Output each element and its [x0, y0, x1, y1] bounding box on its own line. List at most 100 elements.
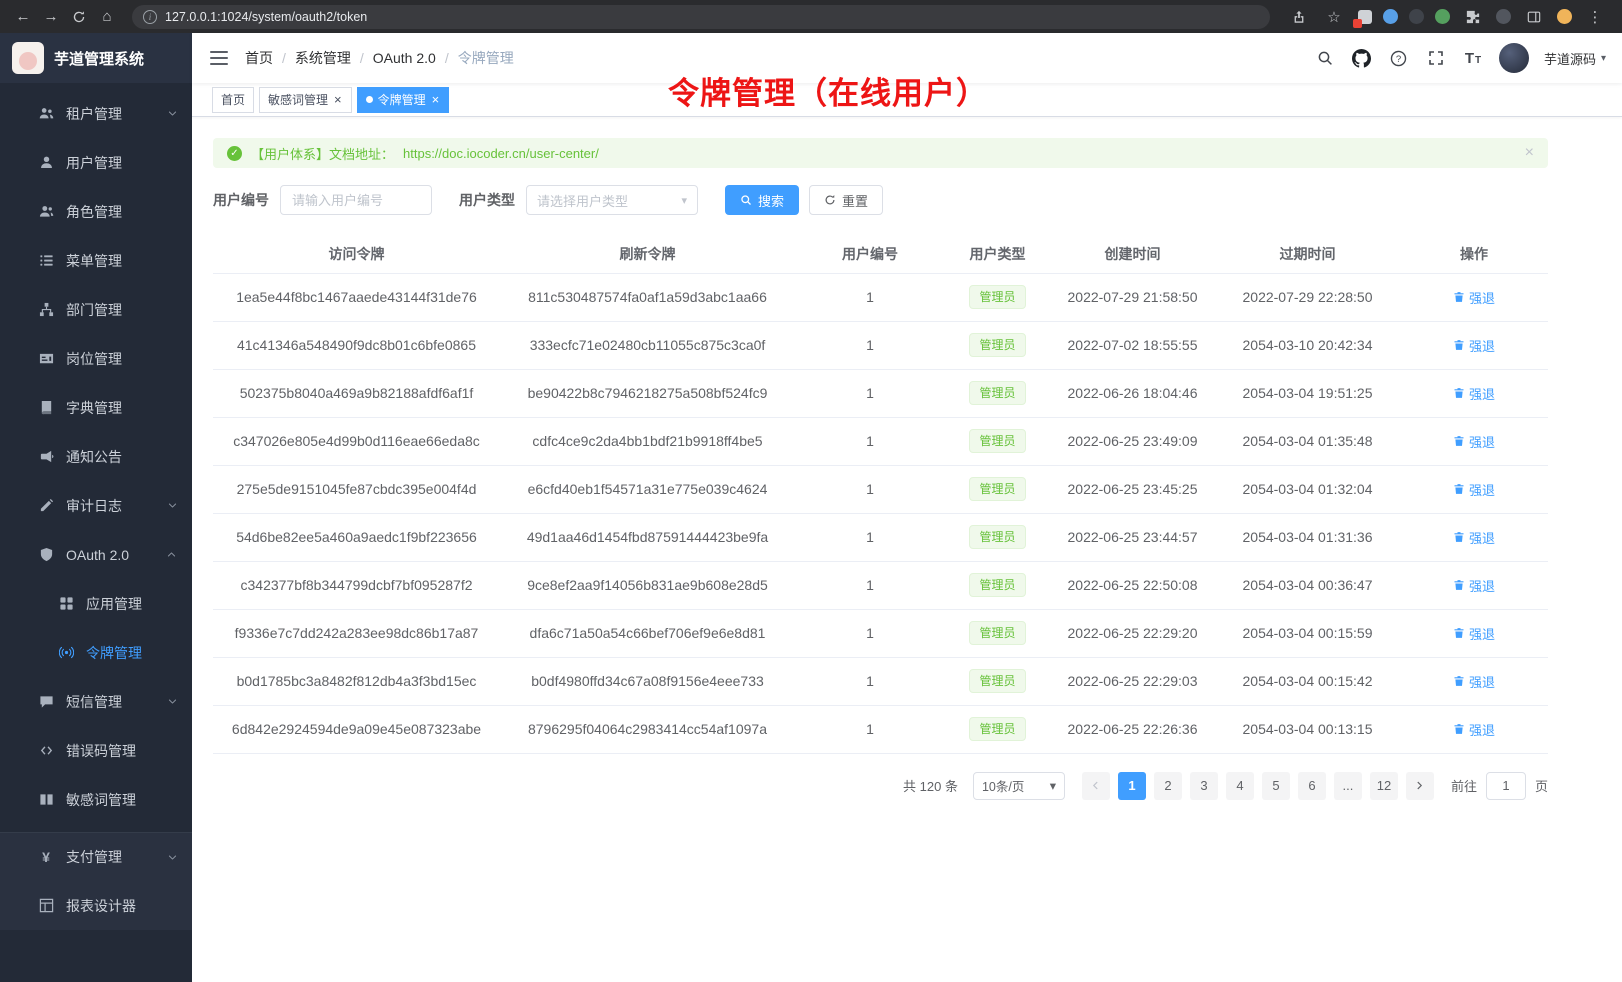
breadcrumb-separator: / [445, 50, 449, 66]
view-tab-3[interactable]: 令牌管理 × [357, 87, 450, 113]
page-button-1[interactable]: 1 [1118, 772, 1146, 800]
sidebar-item-dict[interactable]: 字典管理 [0, 383, 192, 432]
view-tab-1[interactable]: 首页 [212, 87, 254, 113]
breadcrumb-system[interactable]: 系统管理 [295, 48, 351, 68]
user-menu[interactable]: 芋道源码 ▾ [1544, 49, 1606, 68]
extension-icon-blue[interactable] [1382, 8, 1399, 25]
sidebar-toggle-button[interactable] [210, 51, 228, 65]
browser-chrome: ← → ⌂ i 127.0.0.1:1024/system/oauth2/tok… [0, 0, 1622, 33]
sidebar-item-sensitive-word[interactable]: 敏感词管理 [0, 775, 192, 824]
page-more-button[interactable]: ... [1334, 772, 1362, 800]
user-type-badge: 管理员 [969, 717, 1025, 741]
home-button[interactable]: ⌂ [94, 5, 120, 29]
force-logout-button[interactable]: 强退 [1453, 480, 1495, 499]
reload-button[interactable] [66, 5, 92, 29]
alert-close-icon[interactable]: × [1525, 145, 1534, 161]
extension-icon-badged[interactable] [1356, 8, 1373, 25]
page-button-2[interactable]: 2 [1154, 772, 1182, 800]
breadcrumb-current: 令牌管理 [458, 48, 514, 68]
sidebar-item-error-code[interactable]: 错误码管理 [0, 726, 192, 775]
access-token-cell: f9336e7c7dd242a283ee98dc86b17a87 [213, 609, 500, 657]
tab-close-icon[interactable]: × [431, 93, 441, 106]
font-size-icon[interactable]: TT [1462, 47, 1484, 69]
user-avatar[interactable] [1499, 43, 1529, 73]
share-icon[interactable] [1286, 5, 1312, 29]
sidebar-item-audit-log[interactable]: 审计日志 [0, 481, 192, 530]
force-logout-button[interactable]: 强退 [1453, 672, 1495, 691]
svg-text:?: ? [1396, 53, 1401, 64]
expire-time-cell: 2054-03-04 00:13:15 [1215, 705, 1400, 753]
site-info-icon[interactable]: i [143, 10, 157, 24]
back-button[interactable]: ← [10, 5, 36, 29]
sidebar-item-menu[interactable]: 菜单管理 [0, 236, 192, 285]
create-time-cell: 2022-07-02 18:55:55 [1050, 321, 1215, 369]
breadcrumb-home[interactable]: 首页 [245, 48, 273, 68]
refresh-token-cell: b0df4980ffd34c67a08f9156e4eee733 [500, 657, 795, 705]
page-button-5[interactable]: 5 [1262, 772, 1290, 800]
user-type-select[interactable]: 请选择用户类型 ▾ [526, 185, 698, 215]
page-button-4[interactable]: 4 [1226, 772, 1254, 800]
extension-icon-dark[interactable] [1408, 8, 1425, 25]
page-button-3[interactable]: 3 [1190, 772, 1218, 800]
reset-button[interactable]: 重置 [809, 185, 883, 215]
next-page-button[interactable] [1406, 772, 1434, 800]
search-icon[interactable] [1314, 47, 1336, 69]
force-logout-button[interactable]: 强退 [1453, 384, 1495, 403]
force-logout-button[interactable]: 强退 [1453, 576, 1495, 595]
sidebar-item-pay[interactable]: ¥ 支付管理 [0, 832, 192, 881]
action-cell: 强退 [1400, 369, 1548, 417]
url-bar[interactable]: i 127.0.0.1:1024/system/oauth2/token [132, 5, 1270, 29]
sidebar-item-oauth2-app[interactable]: 应用管理 [0, 579, 192, 628]
sidebar-item-sms[interactable]: 短信管理 [0, 677, 192, 726]
view-tab-2[interactable]: 敏感词管理 × [259, 87, 352, 113]
create-time-cell: 2022-06-25 22:26:36 [1050, 705, 1215, 753]
force-logout-button[interactable]: 强退 [1453, 432, 1495, 451]
sidebar-item-post[interactable]: 岗位管理 [0, 334, 192, 383]
force-logout-button[interactable]: 强退 [1453, 624, 1495, 643]
total-count: 共 120 条 [903, 776, 958, 795]
force-logout-button[interactable]: 强退 [1453, 720, 1495, 739]
sidebar-item-notice[interactable]: 通知公告 [0, 432, 192, 481]
sidebar-item-tenant[interactable]: 租户管理 [0, 89, 192, 138]
profile-avatar-icon[interactable] [1556, 8, 1573, 25]
access-token-cell: 1ea5e44f8bc1467aaede43144f31de76 [213, 273, 500, 321]
sidebar-item-oauth2-token[interactable]: 令牌管理 [0, 628, 192, 677]
sidebar-item-dept[interactable]: 部门管理 [0, 285, 192, 334]
prev-page-button[interactable] [1082, 772, 1110, 800]
side-panel-icon[interactable] [1521, 5, 1547, 29]
fullscreen-icon[interactable] [1425, 47, 1447, 69]
user-id-cell: 1 [795, 273, 945, 321]
search-button[interactable]: 搜索 [725, 185, 799, 215]
sidebar-item-user[interactable]: 用户管理 [0, 138, 192, 187]
extension-icon-dark2[interactable] [1495, 8, 1512, 25]
tab-close-icon[interactable]: × [333, 93, 343, 106]
goto-page-input[interactable] [1486, 772, 1526, 800]
github-icon[interactable] [1351, 47, 1373, 69]
browser-menu-icon[interactable]: ⋮ [1582, 5, 1608, 29]
extensions-puzzle-icon[interactable] [1460, 5, 1486, 29]
force-logout-button[interactable]: 强退 [1453, 528, 1495, 547]
app-logo[interactable]: 芋道管理系统 [0, 33, 192, 83]
bookmark-star-icon[interactable]: ☆ [1321, 5, 1347, 29]
create-time-cell: 2022-06-25 22:50:08 [1050, 561, 1215, 609]
page-button-12[interactable]: 12 [1370, 772, 1398, 800]
breadcrumb-oauth2[interactable]: OAuth 2.0 [373, 50, 436, 66]
page-button-6[interactable]: 6 [1298, 772, 1326, 800]
app-title: 芋道管理系统 [54, 48, 144, 69]
forward-button[interactable]: → [38, 5, 64, 29]
sidebar-item-report-designer[interactable]: 报表设计器 [0, 881, 192, 930]
extension-glyph [1435, 9, 1450, 24]
page-size-select[interactable]: 10条/页 ▾ [973, 772, 1065, 800]
user-id-input[interactable] [280, 185, 432, 215]
delete-icon [1453, 291, 1465, 303]
sidebar-item-oauth2[interactable]: OAuth 2.0 [0, 530, 192, 579]
user-type-cell: 管理员 [945, 369, 1050, 417]
force-logout-button[interactable]: 强退 [1453, 288, 1495, 307]
doc-link[interactable]: https://doc.iocoder.cn/user-center/ [403, 146, 599, 161]
help-icon[interactable]: ? [1388, 47, 1410, 69]
force-logout-button[interactable]: 强退 [1453, 336, 1495, 355]
code-icon [38, 743, 54, 759]
extension-icon-green[interactable] [1434, 8, 1451, 25]
report-icon [38, 898, 54, 914]
sidebar-item-role[interactable]: 角色管理 [0, 187, 192, 236]
